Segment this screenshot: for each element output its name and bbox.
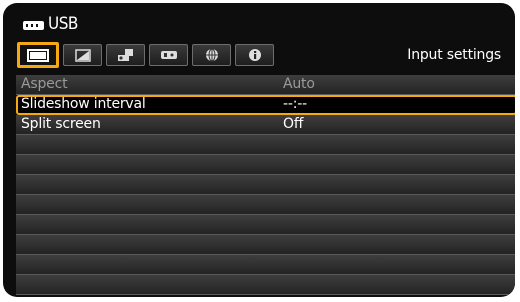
tab-system[interactable]	[149, 44, 188, 66]
osd-menu-window: USB Input settings Aspect Auto Slideshow…	[3, 3, 515, 297]
menu-title: USB	[23, 12, 78, 36]
setting-value: --:--	[283, 96, 307, 112]
empty-row	[16, 255, 515, 275]
empty-row	[16, 235, 515, 255]
menu-tabs	[17, 42, 278, 68]
tab-picture[interactable]	[17, 42, 59, 68]
setting-row-slideshow-interval[interactable]: Slideshow interval --:--	[16, 95, 515, 115]
info-icon	[248, 49, 261, 61]
setting-value: Off	[283, 116, 304, 132]
menu-title-text: USB	[48, 14, 78, 34]
network-globe-icon	[205, 48, 218, 62]
projector-install-icon	[117, 49, 133, 61]
setting-row-split-screen[interactable]: Split screen Off	[16, 115, 515, 135]
tab-network[interactable]	[192, 44, 231, 66]
empty-row	[16, 175, 515, 195]
settings-list: Aspect Auto Slideshow interval --:-- Spl…	[16, 75, 515, 295]
usb-icon	[23, 20, 44, 30]
empty-row	[16, 215, 515, 235]
setting-label: Slideshow interval	[21, 96, 146, 112]
tab-install[interactable]	[106, 44, 145, 66]
tab-info[interactable]	[235, 44, 274, 66]
tab-image-adjust[interactable]	[63, 44, 102, 66]
empty-row	[16, 195, 515, 215]
screen-icon	[27, 48, 49, 62]
tab-caption: Input settings	[407, 47, 501, 63]
empty-row	[16, 135, 515, 155]
setting-label: Aspect	[21, 76, 68, 92]
setting-value: Auto	[283, 76, 315, 92]
setting-row-aspect[interactable]: Aspect Auto	[16, 75, 515, 95]
empty-row	[16, 275, 515, 295]
empty-row	[16, 155, 515, 175]
system-settings-icon	[160, 51, 177, 59]
image-adjust-icon	[74, 48, 91, 62]
setting-label: Split screen	[21, 116, 101, 132]
